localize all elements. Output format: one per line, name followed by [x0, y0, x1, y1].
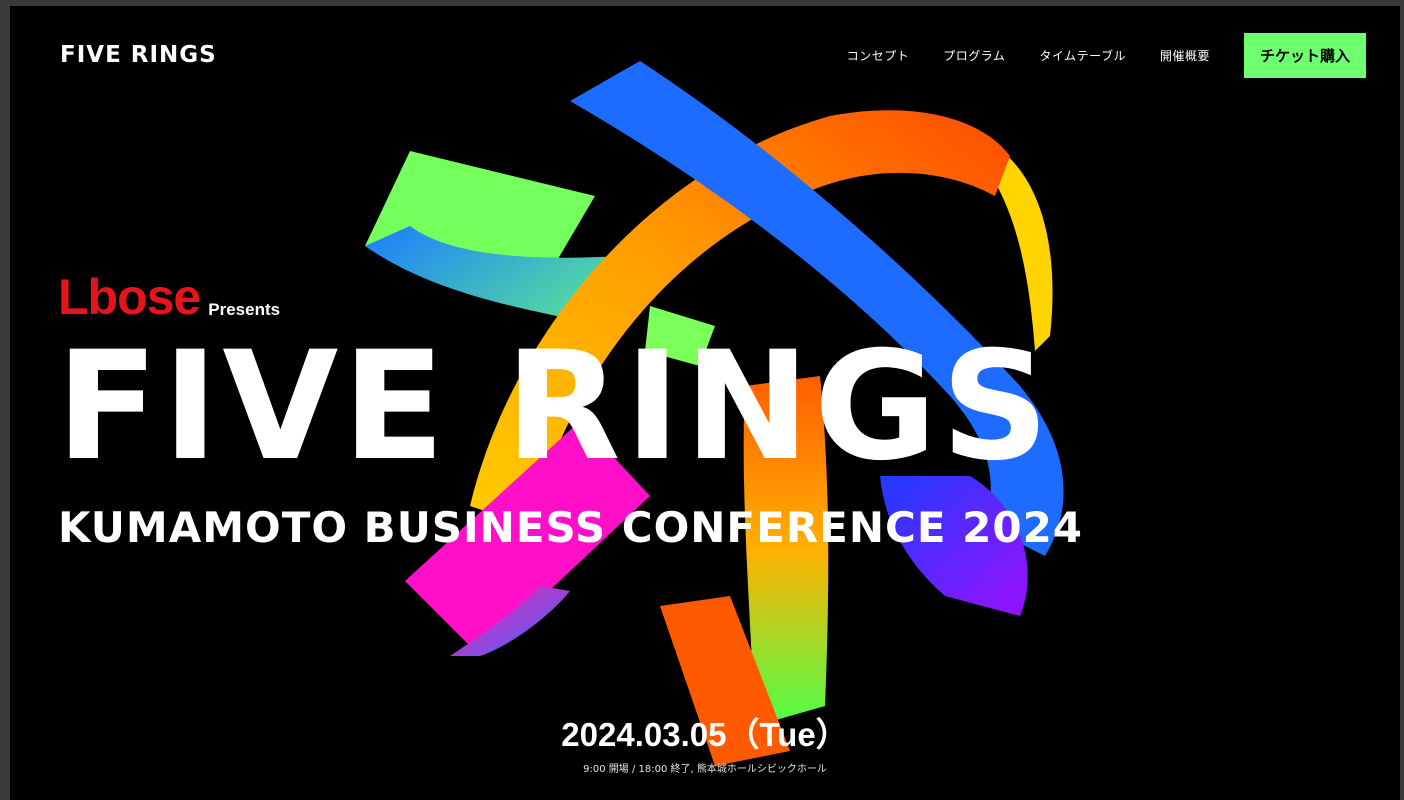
- page-frame: FIVE RINGS コンセプト プログラム タイムテーブル 開催概要 チケット…: [10, 6, 1400, 800]
- hero-title: FIVE RINGS: [56, 320, 1054, 494]
- nav-item-timetable[interactable]: タイムテーブル: [1039, 47, 1126, 64]
- main-nav: コンセプト プログラム タイムテーブル 開催概要 チケット購入: [847, 32, 1400, 78]
- event-date: 2024.03.05（Tue）: [561, 716, 849, 753]
- event-details: 9:00 開場 / 18:00 終了, 熊本城ホールシビックホール: [583, 764, 827, 775]
- sponsor-line: Lbose Presents: [58, 272, 280, 322]
- presents-label: Presents: [208, 300, 281, 319]
- site-logo[interactable]: FIVE RINGS: [60, 42, 217, 68]
- hero-subtitle: KUMAMOTO BUSINESS CONFERENCE 2024: [58, 503, 1084, 552]
- sponsor-logo: Lbose: [58, 269, 201, 325]
- nav-item-concept[interactable]: コンセプト: [847, 47, 910, 64]
- top-navigation-bar: FIVE RINGS コンセプト プログラム タイムテーブル 開催概要 チケット…: [10, 6, 1400, 102]
- nav-item-program[interactable]: プログラム: [943, 47, 1005, 64]
- nav-item-overview[interactable]: 開催概要: [1160, 47, 1210, 64]
- buy-ticket-button[interactable]: チケット購入: [1243, 32, 1366, 78]
